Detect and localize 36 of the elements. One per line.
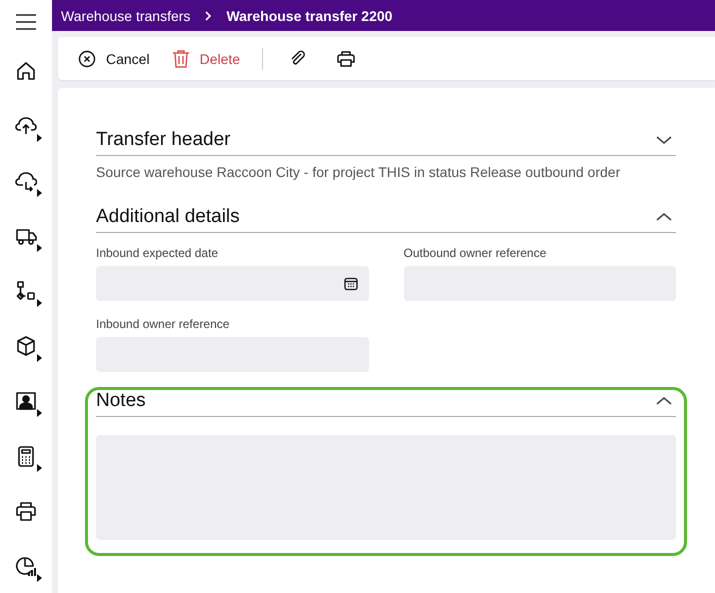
field-label: Inbound expected date [96,246,220,260]
printer-icon [15,500,37,522]
paperclip-icon [289,50,308,68]
breadcrumb-link[interactable]: Warehouse transfers [61,8,190,24]
cancel-button[interactable]: Cancel [70,44,158,74]
cloud-arrow-icon [15,170,37,192]
box-icon [15,335,37,357]
flow-icon [15,280,37,302]
calculator-icon [15,445,37,467]
person-card-icon [15,390,37,412]
delete-button[interactable]: Delete [164,42,248,74]
trash-icon [172,48,190,68]
section-summary: Source warehouse Raccoon City - for project THIS in status Release outbound order [96,164,622,180]
calendar-icon [344,276,358,290]
submenu-arrow-icon [37,574,42,582]
close-icon [78,50,96,68]
printer-icon [337,50,356,68]
section-header[interactable]: Notes [96,390,676,417]
submenu-arrow-icon [37,354,42,362]
submenu-arrow-icon [37,464,42,472]
submenu-arrow-icon [37,244,42,252]
chevron-right-icon [204,10,212,20]
field-label: Outbound owner reference [404,246,548,260]
page-title: Warehouse transfer 2200 [226,8,392,24]
field-label: Inbound owner reference [96,317,230,331]
home-icon [15,60,37,82]
pie-chart-icon [15,555,37,577]
menu-icon [15,14,37,30]
submenu-arrow-icon [37,409,42,417]
section-header[interactable]: Additional details [96,206,676,233]
submenu-arrow-icon [37,299,42,307]
cloud-upload-icon [15,115,37,137]
submenu-arrow-icon [37,134,42,142]
date-field[interactable] [96,266,368,301]
section-header[interactable]: Transfer header [96,129,676,156]
submenu-arrow-icon [37,189,42,197]
